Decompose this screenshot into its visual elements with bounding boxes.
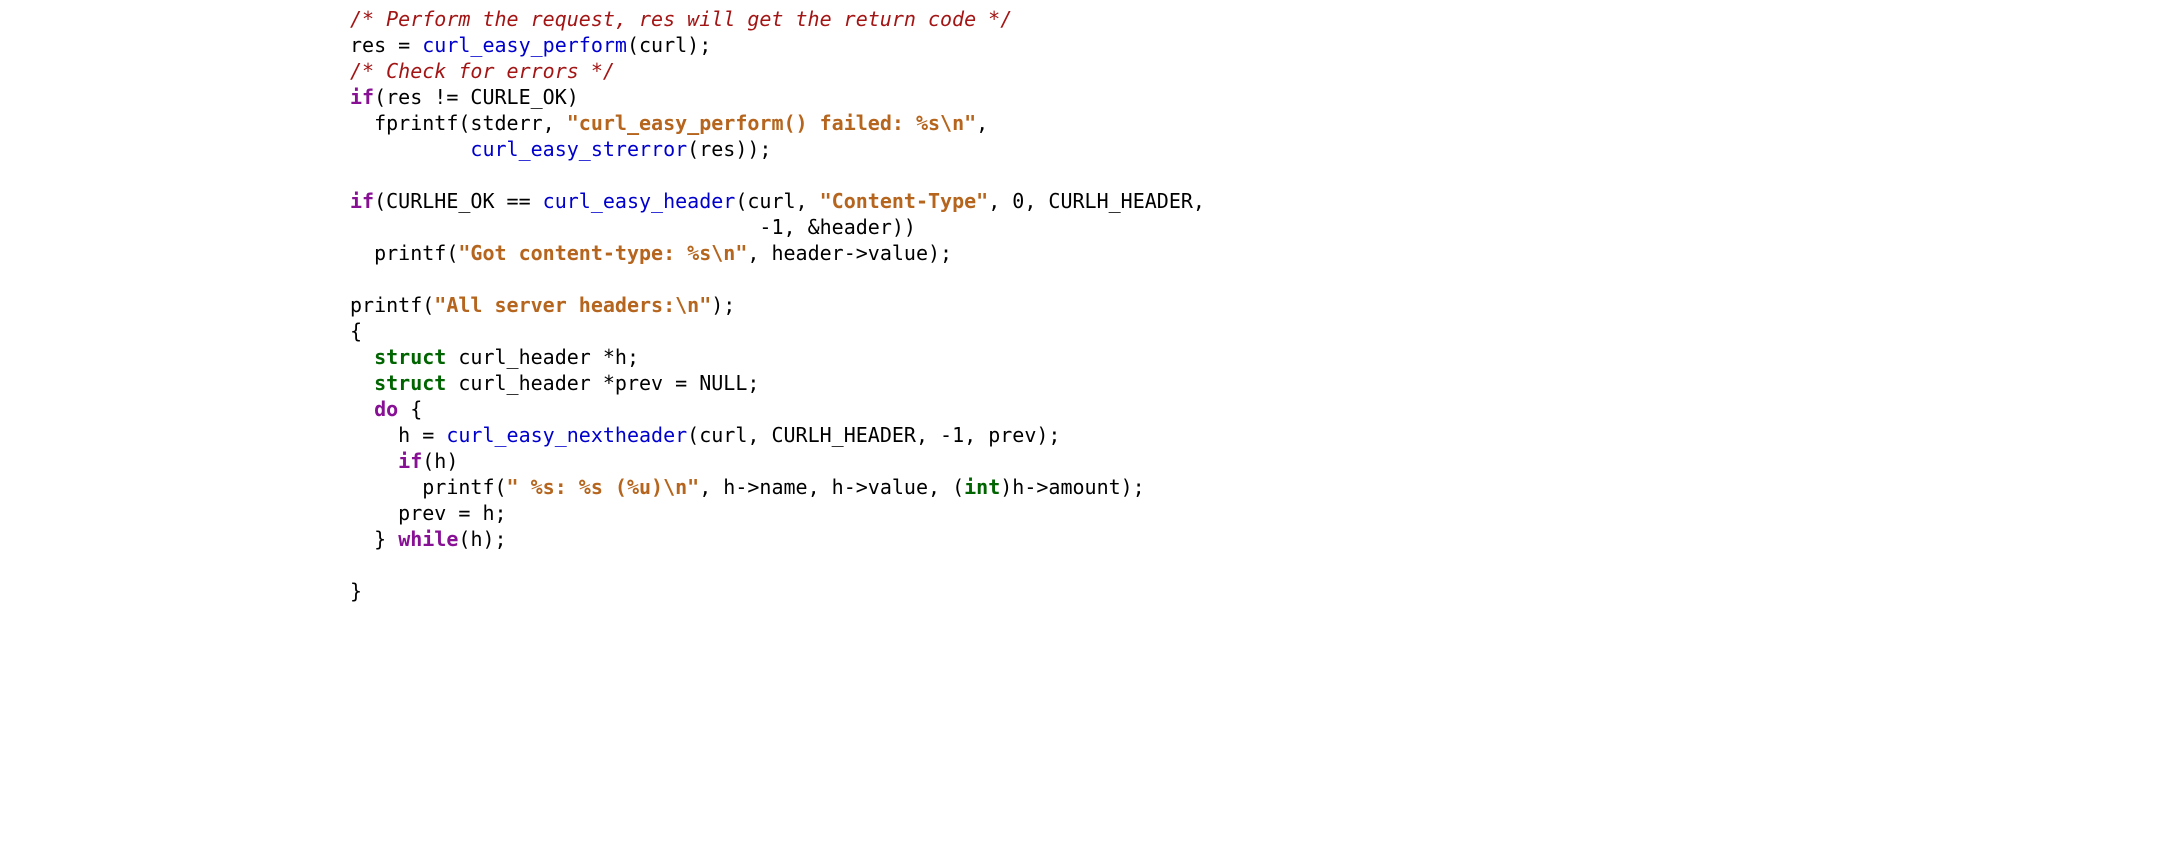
token: "Got content-type: %s\n" xyxy=(458,241,747,265)
code-line: curl_easy_strerror(res)); xyxy=(350,137,771,161)
token: -1, &header)) xyxy=(759,215,916,239)
token: /* Check for errors */ xyxy=(350,59,615,83)
token: (curl, CURLH_HEADER, -1, prev); xyxy=(687,423,1060,447)
code-line: do { xyxy=(350,397,422,421)
token: , 0, CURLH_HEADER, xyxy=(988,189,1205,213)
token: /* Perform the request, res will get the… xyxy=(350,7,1012,31)
code-line: -1, &header)) xyxy=(350,215,916,239)
token: printf( xyxy=(350,293,434,317)
token: (CURLHE_OK == xyxy=(374,189,543,213)
token: do xyxy=(374,397,398,421)
token: " %s: %s (%u)\n" xyxy=(507,475,700,499)
token: , h->name, h->value, ( xyxy=(699,475,964,499)
token: prev = h; xyxy=(398,501,506,525)
code-block: /* Perform the request, res will get the… xyxy=(350,6,2163,604)
code-line: res = curl_easy_perform(curl); xyxy=(350,33,711,57)
token: curl_easy_strerror xyxy=(470,137,687,161)
token: struct xyxy=(374,371,446,395)
token: printf( xyxy=(374,241,458,265)
token: )h->amount); xyxy=(1000,475,1145,499)
code-line: struct curl_header *prev = NULL; xyxy=(350,371,759,395)
code-line: { xyxy=(350,319,362,343)
token: curl_easy_header xyxy=(543,189,736,213)
token: curl_easy_nextheader xyxy=(446,423,687,447)
token: printf( xyxy=(422,475,506,499)
token: if xyxy=(350,189,374,213)
token: curl_header *h; xyxy=(446,345,639,369)
code-line: printf(" %s: %s (%u)\n", h->name, h->val… xyxy=(350,475,1145,499)
code-line: } while(h); xyxy=(350,527,507,551)
token: struct xyxy=(374,345,446,369)
token: "curl_easy_perform() failed: %s\n" xyxy=(567,111,976,135)
code-line: } xyxy=(350,579,362,603)
token: res = xyxy=(350,33,422,57)
code-line: h = curl_easy_nextheader(curl, CURLH_HEA… xyxy=(350,423,1060,447)
token: "Content-Type" xyxy=(820,189,989,213)
token: fprintf(stderr, xyxy=(374,111,567,135)
token: (curl, xyxy=(735,189,819,213)
token: } xyxy=(374,527,398,551)
token: { xyxy=(398,397,422,421)
code-line: if(CURLHE_OK == curl_easy_header(curl, "… xyxy=(350,189,1205,213)
code-line: printf("All server headers:\n"); xyxy=(350,293,735,317)
token: } xyxy=(350,579,362,603)
token: (h); xyxy=(458,527,506,551)
token: (res)); xyxy=(687,137,771,161)
token: if xyxy=(350,85,374,109)
code-line: /* Perform the request, res will get the… xyxy=(350,7,1012,31)
code-line: fprintf(stderr, "curl_easy_perform() fai… xyxy=(350,111,988,135)
token: (curl); xyxy=(627,33,711,57)
token: , xyxy=(976,111,988,135)
token: curl_easy_perform xyxy=(422,33,627,57)
token: , header->value); xyxy=(747,241,952,265)
token: int xyxy=(964,475,1000,499)
token: (res != CURLE_OK) xyxy=(374,85,579,109)
code-line: struct curl_header *h; xyxy=(350,345,639,369)
token: { xyxy=(350,319,362,343)
token: ); xyxy=(711,293,735,317)
code-line: if(res != CURLE_OK) xyxy=(350,85,579,109)
token: while xyxy=(398,527,458,551)
token: h = xyxy=(398,423,446,447)
code-line: if(h) xyxy=(350,449,458,473)
token: (h) xyxy=(422,449,458,473)
token: if xyxy=(398,449,422,473)
code-line: /* Check for errors */ xyxy=(350,59,615,83)
code-line: printf("Got content-type: %s\n", header-… xyxy=(350,241,952,265)
token: "All server headers:\n" xyxy=(434,293,711,317)
code-line: prev = h; xyxy=(350,501,507,525)
token: curl_header *prev = NULL; xyxy=(446,371,759,395)
